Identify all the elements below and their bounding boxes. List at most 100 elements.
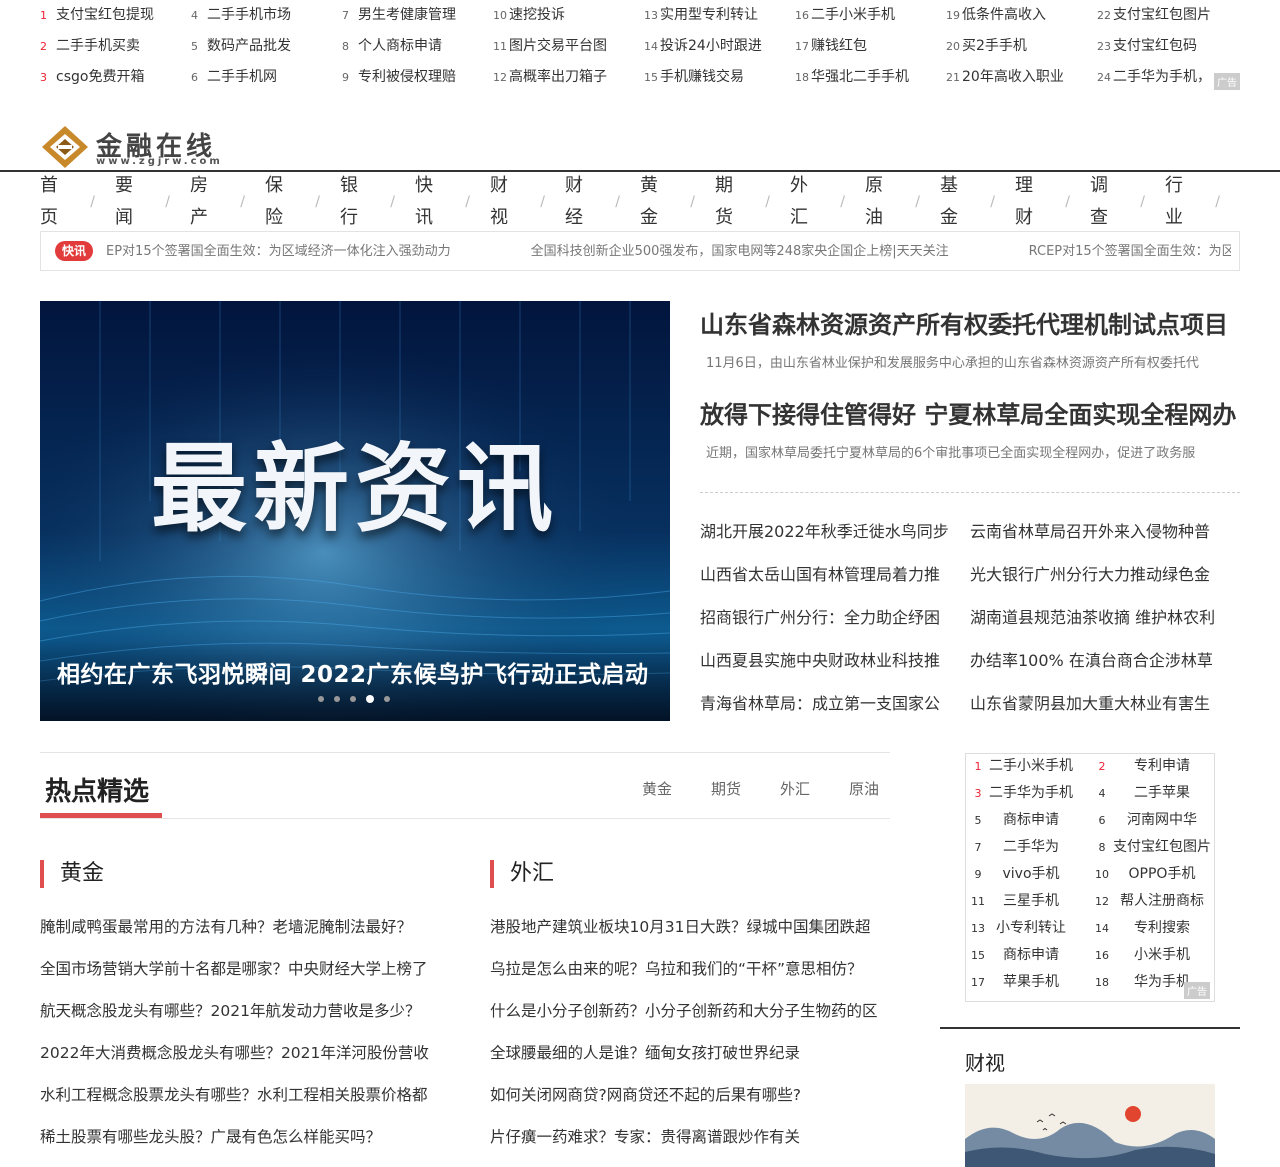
slider-dot[interactable]	[318, 696, 324, 702]
article-link[interactable]: 片仔癀一药难求？专家：贵得离谱跟炒作有关	[490, 1116, 890, 1158]
news-link[interactable]: 湖北开展2022年秋季迁徙水鸟同步	[700, 510, 970, 553]
ad-link[interactable]: 20 买2手手机	[946, 31, 1096, 62]
nav-item[interactable]: 保险 /	[265, 175, 340, 228]
right-ad-link[interactable]: 二手苹果	[1112, 781, 1212, 808]
ad-link[interactable]: 19 低条件高收入	[946, 0, 1096, 31]
nav-item[interactable]: 期货 /	[715, 175, 790, 228]
article-link[interactable]: 乌拉是怎么由来的呢？乌拉和我们的“干杯”意思相仿？	[490, 948, 890, 990]
news-link[interactable]: 湖南道县规范油茶收摘 维护林农利	[970, 596, 1240, 639]
ad-link[interactable]: 21 20年高收入职业	[946, 62, 1096, 93]
right-ad-link[interactable]: vivo手机	[986, 862, 1076, 889]
nav-item[interactable]: 外汇 /	[790, 175, 865, 228]
ad-link-number: 22	[1097, 9, 1111, 22]
right-ad-link[interactable]: 二手华为	[986, 835, 1076, 862]
nav-item[interactable]: 基金 /	[940, 175, 1015, 228]
ad-column: 19 低条件高收入 20 买2手手机 21 20年高收入职业	[946, 0, 1096, 93]
article-link[interactable]: 什么是小分子创新药？小分子创新药和大分子生物药的区	[490, 990, 890, 1032]
article-link[interactable]: 2022年大消费概念股龙头有哪些？2021年洋河股份营收	[40, 1032, 440, 1074]
nav-item[interactable]: 理财 /	[1015, 175, 1090, 228]
flash-item[interactable]: RCEP对15个签署国全面生效：为区域经济一体化注入强劲动力	[1029, 232, 1231, 270]
ad-link[interactable]: 13 实用型专利转让	[644, 0, 794, 31]
right-ad-link[interactable]: 支付宝红包图片	[1112, 835, 1212, 862]
right-ad-link[interactable]: 商标申请	[986, 808, 1076, 835]
ad-link[interactable]: 22 支付宝红包图片	[1097, 0, 1247, 31]
ad-link-number: 18	[795, 71, 809, 84]
flash-item[interactable]: 全国科技创新企业500强发布，国家电网等248家央企国企上榜|天天关注	[531, 232, 949, 270]
ad-link[interactable]: 18 华强北二手手机	[795, 62, 945, 93]
ad-link[interactable]: 23 支付宝红包码	[1097, 31, 1247, 62]
right-ad-link[interactable]: 商标申请	[986, 943, 1076, 970]
article-link[interactable]: 航天概念股龙头有哪些？2021年航发动力营收是多少？	[40, 990, 440, 1032]
hot-tab[interactable]: 原油	[849, 778, 879, 799]
news-link[interactable]: 青海省林草局：成立第一支国家公	[700, 682, 970, 725]
hot-tab[interactable]: 黄金	[642, 778, 672, 799]
ad-link[interactable]: 8 个人商标申请	[342, 31, 492, 62]
nav-item[interactable]: 快讯 /	[415, 175, 490, 228]
right-ad-link[interactable]: 小专利转让	[986, 916, 1076, 943]
headline-title[interactable]: 放得下接得住管得好 宁夏林草局全面实现全程网办	[700, 395, 1240, 430]
ad-link[interactable]: 12 高概率出刀箱子	[493, 62, 643, 93]
right-ad-link[interactable]: 小米手机	[1112, 943, 1212, 970]
hot-tab[interactable]: 期货	[711, 778, 741, 799]
ad-link[interactable]: 17 赚钱红包	[795, 31, 945, 62]
hot-tab[interactable]: 外汇	[780, 778, 810, 799]
right-ad-link[interactable]: 河南网中华	[1112, 808, 1212, 835]
right-ad-link[interactable]: 专利申请	[1112, 754, 1212, 781]
nav-item[interactable]: 行业 /	[1165, 175, 1240, 228]
nav-item[interactable]: 原油 /	[865, 175, 940, 228]
news-link[interactable]: 招商银行广州分行：全力助企纾困	[700, 596, 970, 639]
ad-link[interactable]: 3 csgo免费开箱	[40, 62, 190, 93]
slider-dot[interactable]	[384, 696, 390, 702]
nav-item[interactable]: 房产 /	[190, 175, 265, 228]
article-link[interactable]: 水利工程概念股票龙头有哪些？水利工程相关股票价格都	[40, 1074, 440, 1116]
news-link[interactable]: 办结率100% 在滇台商合企涉林草	[970, 639, 1240, 682]
nav-item[interactable]: 要闻 /	[115, 175, 190, 228]
right-ad-link[interactable]: OPPO手机	[1112, 862, 1212, 889]
ad-link[interactable]: 10 速挖投诉	[493, 0, 643, 31]
ad-link[interactable]: 6 二手手机网	[191, 62, 341, 93]
nav-item[interactable]: 调查 /	[1090, 175, 1165, 228]
article-link[interactable]: 如何关闭网商贷?网商贷还不起的后果有哪些?	[490, 1074, 890, 1116]
ad-link[interactable]: 11 图片交易平台图	[493, 31, 643, 62]
right-ad-link[interactable]: 专利搜索	[1112, 916, 1212, 943]
article-link[interactable]: 稀土股票有哪些龙头股？广晟有色怎么样能买吗？	[40, 1116, 440, 1158]
nav-item[interactable]: 黄金 /	[640, 175, 715, 228]
featured-slider[interactable]: 最新资讯 相约在广东飞羽悦瞬间 2022广东候鸟护飞行动正式启动	[40, 301, 670, 721]
ad-tag: 广告	[1214, 73, 1240, 90]
news-link[interactable]: 山西省太岳山国有林管理局着力推	[700, 553, 970, 596]
news-link[interactable]: 光大银行广州分行大力推动绿色金	[970, 553, 1240, 596]
ad-link[interactable]: 5 数码产品批发	[191, 31, 341, 62]
article-link[interactable]: 全国市场营销大学前十名都是哪家？中央财经大学上榜了	[40, 948, 440, 990]
ad-link[interactable]: 2 二手手机买卖	[40, 31, 190, 62]
ad-link[interactable]: 9 专利被侵权理赔	[342, 62, 492, 93]
nav-item[interactable]: 财视 /	[490, 175, 565, 228]
news-link[interactable]: 山西夏县实施中央财政林业科技推	[700, 639, 970, 682]
nav-item[interactable]: 银行 /	[340, 175, 415, 228]
right-ad-link[interactable]: 二手小米手机	[986, 754, 1076, 781]
slider-dot[interactable]	[334, 696, 340, 702]
slider-dot[interactable]	[350, 696, 356, 702]
headline-title[interactable]: 山东省森林资源资产所有权委托代理机制试点项目	[700, 305, 1240, 340]
ad-link[interactable]: 4 二手手机市场	[191, 0, 341, 31]
article-link[interactable]: 港股地产建筑业板块10月31日大跌？绿城中国集团跌超	[490, 906, 890, 948]
nav-item[interactable]: 财经 /	[565, 175, 640, 228]
slider-title[interactable]: 相约在广东飞羽悦瞬间 2022广东候鸟护飞行动正式启动	[57, 655, 649, 689]
right-ad-link[interactable]: 三星手机	[986, 889, 1076, 916]
site-logo[interactable]: 金融在线 www.zgjrw.com	[40, 122, 240, 172]
ad-link[interactable]: 1 支付宝红包提现	[40, 0, 190, 31]
right-ad-link[interactable]: 帮人注册商标	[1112, 889, 1212, 916]
right-ad-link[interactable]: 二手华为手机	[986, 781, 1076, 808]
article-link[interactable]: 全球腰最细的人是谁？缅甸女孩打破世界纪录	[490, 1032, 890, 1074]
side-video-thumbnail[interactable]	[965, 1084, 1215, 1167]
article-link[interactable]: 腌制咸鸭蛋最常用的方法有几种？老墙泥腌制法最好？	[40, 906, 440, 948]
ad-link[interactable]: 16 二手小米手机	[795, 0, 945, 31]
ad-link[interactable]: 7 男生考健康管理	[342, 0, 492, 31]
news-link[interactable]: 山东省蒙阴县加大重大林业有害生	[970, 682, 1240, 725]
right-ad-link[interactable]: 苹果手机	[986, 970, 1076, 997]
news-link[interactable]: 云南省林草局召开外来入侵物种普	[970, 510, 1240, 553]
slider-dot[interactable]	[366, 695, 374, 703]
flash-item[interactable]: EP对15个签署国全面生效：为区域经济一体化注入强劲动力	[106, 232, 451, 270]
ad-link[interactable]: 14 投诉24小时跟进	[644, 31, 794, 62]
nav-item[interactable]: 首页 /	[40, 175, 115, 228]
ad-link[interactable]: 15 手机赚钱交易	[644, 62, 794, 93]
